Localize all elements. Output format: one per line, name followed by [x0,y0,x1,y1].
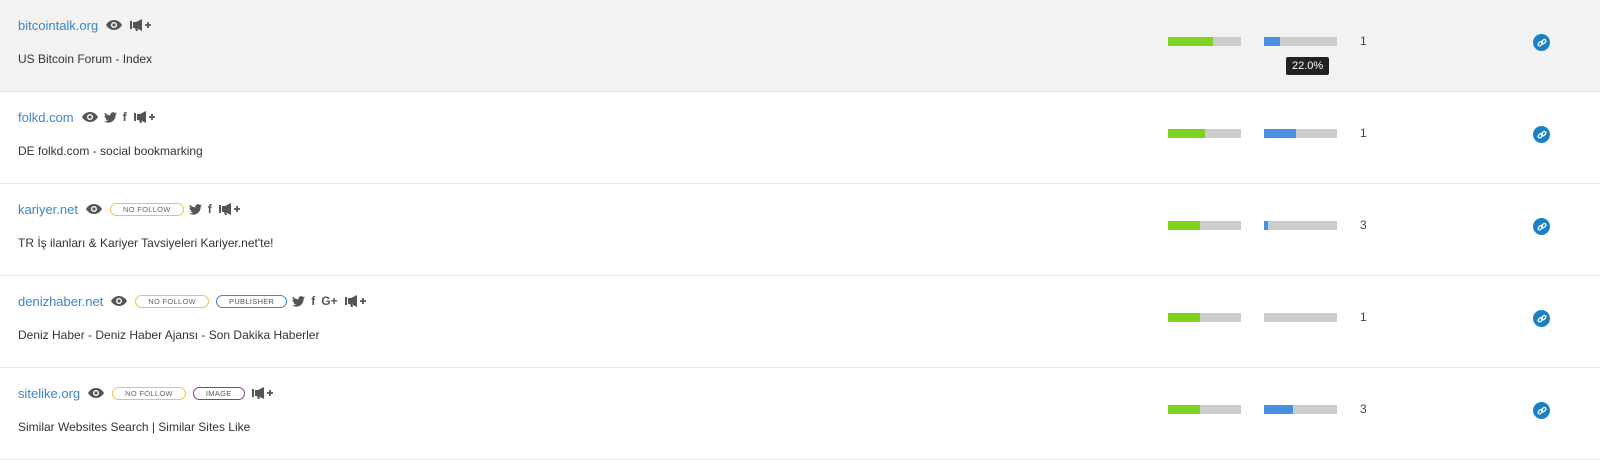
url-rating-bar[interactable] [1264,405,1337,414]
backlink-row: denizhaber.net NO FOLLOW PUBLISHER f G+ Deniz… [0,276,1600,368]
promote-icon[interactable] [344,295,367,307]
link-icon[interactable] [1533,34,1550,51]
promote-icon[interactable] [133,111,156,123]
backlink-count: 1 [1360,126,1367,140]
twitter-icon[interactable] [188,203,202,215]
domain-rating-bar [1168,313,1241,322]
facebook-icon[interactable]: f [123,110,127,124]
domain-link[interactable]: folkd.com [18,110,74,125]
facebook-icon[interactable]: f [311,294,315,308]
url-rating-fill [1264,405,1294,414]
backlink-count: 3 [1360,402,1367,416]
backlink-row: sitelike.org NO FOLLOW IMAGE Similar Websit… [0,368,1600,460]
row-header: folkd.com f [18,107,156,127]
eye-icon[interactable] [85,203,103,215]
twitter-icon[interactable] [103,111,117,123]
row-header: denizhaber.net NO FOLLOW PUBLISHER f G+ [18,291,367,311]
promote-icon[interactable] [218,203,241,215]
domain-link[interactable]: bitcointalk.org [18,18,98,33]
domain-rating-fill [1168,37,1214,46]
page-title: DE folkd.com - social bookmarking [18,144,203,158]
facebook-icon[interactable]: f [208,202,212,216]
row-header: sitelike.org NO FOLLOW IMAGE [18,383,274,403]
row-header: kariyer.net NO FOLLOW f [18,199,241,219]
backlink-count: 1 [1360,34,1367,48]
domain-rating-fill [1168,221,1201,230]
backlink-row: folkd.com f DE folkd.com - social bookmark… [0,92,1600,184]
backlink-row: bitcointalk.org US Bitcoin Forum - Index 1… [0,0,1600,92]
publisher-badge: PUBLISHER [216,294,288,308]
link-icon[interactable] [1533,218,1550,235]
backlink-count: 1 [1360,310,1367,324]
twitter-icon[interactable] [292,295,306,307]
image-badge: IMAGE [192,386,245,400]
social-icons: f [188,202,212,216]
domain-rating-bar [1168,221,1241,230]
promote-icon[interactable] [251,387,274,399]
url-rating-bar[interactable] [1264,221,1337,230]
domain-link[interactable]: sitelike.org [18,386,80,401]
eye-icon[interactable] [81,111,99,123]
page-title: US Bitcoin Forum - Index [18,52,153,66]
domain-rating-fill [1168,129,1205,138]
rating-tooltip: 22.0% [1286,57,1330,75]
google-plus-icon[interactable]: G+ [321,294,337,308]
domain-link[interactable]: kariyer.net [18,202,78,217]
link-icon[interactable] [1533,402,1550,419]
backlink-row: kariyer.net NO FOLLOW f TR İş ilanları & Ka… [0,184,1600,276]
domain-rating-bar [1168,129,1241,138]
domain-rating-fill [1168,405,1201,414]
url-rating-bar[interactable] [1264,313,1337,322]
url-rating-bar[interactable] [1264,129,1337,138]
nofollow-badge: NO FOLLOW [135,294,210,308]
page-title: Similar Websites Search | Similar Sites … [18,420,251,434]
eye-icon[interactable] [105,19,123,31]
page-title: Deniz Haber - Deniz Haber Ajansı - Son D… [18,328,320,342]
eye-icon[interactable] [110,295,128,307]
link-icon[interactable] [1533,310,1550,327]
backlinks-list: bitcointalk.org US Bitcoin Forum - Index 1… [0,0,1600,460]
social-icons: f G+ [292,294,338,308]
nofollow-badge: NO FOLLOW [112,386,186,400]
row-header: bitcointalk.org [18,15,152,35]
eye-icon[interactable] [87,387,105,399]
domain-rating-bar [1168,405,1241,414]
backlink-count: 3 [1360,218,1367,232]
promote-icon[interactable] [130,19,152,31]
nofollow-badge: NO FOLLOW [109,202,184,216]
domain-link[interactable]: denizhaber.net [18,294,103,309]
url-rating-fill [1264,221,1269,230]
url-rating-fill [1264,129,1297,138]
domain-rating-bar [1168,37,1241,46]
social-icons: f [103,110,127,124]
page-title: TR İş ilanları & Kariyer Tavsiyeleri Kar… [18,236,274,250]
url-rating-fill [1264,37,1281,46]
url-rating-bar[interactable] [1264,37,1337,46]
domain-rating-fill [1168,313,1201,322]
link-icon[interactable] [1533,126,1550,143]
